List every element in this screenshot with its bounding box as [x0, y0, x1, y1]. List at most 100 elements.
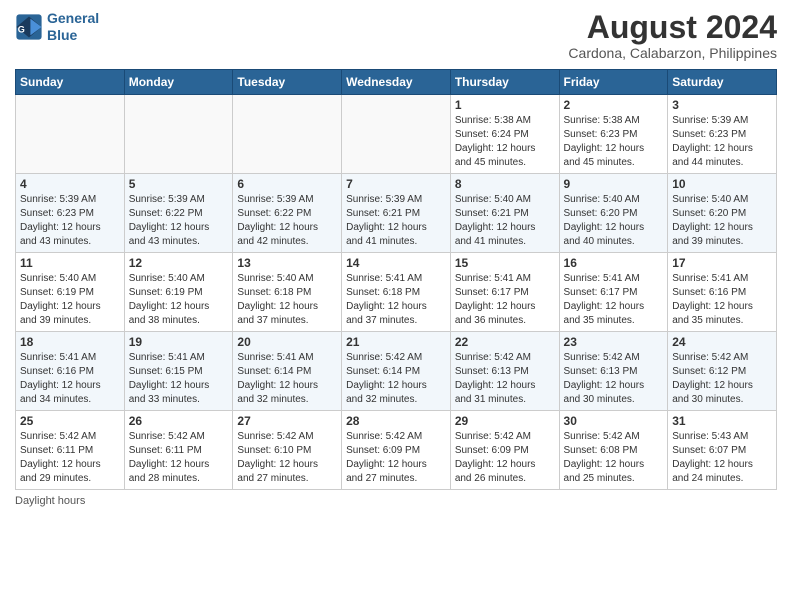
weekday-header-sunday: Sunday: [16, 70, 125, 95]
day-number: 21: [346, 335, 446, 349]
day-info: Sunrise: 5:41 AM Sunset: 6:14 PM Dayligh…: [237, 351, 337, 407]
day-number: 22: [455, 335, 555, 349]
day-number: 20: [237, 335, 337, 349]
day-number: 11: [20, 256, 120, 270]
day-info: Sunrise: 5:41 AM Sunset: 6:15 PM Dayligh…: [129, 351, 229, 407]
day-number: 29: [455, 414, 555, 428]
weekday-header-thursday: Thursday: [450, 70, 559, 95]
weekday-header-saturday: Saturday: [668, 70, 777, 95]
day-info: Sunrise: 5:38 AM Sunset: 6:23 PM Dayligh…: [564, 114, 664, 170]
day-number: 27: [237, 414, 337, 428]
calendar-cell: 31 Sunrise: 5:43 AM Sunset: 6:07 PM Dayli…: [668, 411, 777, 490]
calendar-cell: 1 Sunrise: 5:38 AM Sunset: 6:24 PM Daylig…: [450, 95, 559, 174]
day-number: 30: [564, 414, 664, 428]
day-info: Sunrise: 5:40 AM Sunset: 6:20 PM Dayligh…: [672, 193, 772, 249]
weekday-header-tuesday: Tuesday: [233, 70, 342, 95]
day-info: Sunrise: 5:39 AM Sunset: 6:22 PM Dayligh…: [237, 193, 337, 249]
day-info: Sunrise: 5:42 AM Sunset: 6:13 PM Dayligh…: [455, 351, 555, 407]
day-info: Sunrise: 5:41 AM Sunset: 6:17 PM Dayligh…: [455, 272, 555, 328]
calendar-cell: 4 Sunrise: 5:39 AM Sunset: 6:23 PM Daylig…: [16, 174, 125, 253]
footer-note: Daylight hours: [15, 495, 777, 507]
calendar-cell: 23 Sunrise: 5:42 AM Sunset: 6:13 PM Dayli…: [559, 332, 668, 411]
day-number: 18: [20, 335, 120, 349]
day-info: Sunrise: 5:42 AM Sunset: 6:09 PM Dayligh…: [455, 430, 555, 486]
calendar-cell: [233, 95, 342, 174]
calendar-cell: 26Sunrise: 5:42 AM Sunset: 6:11 PM Dayli…: [124, 411, 233, 490]
calendar-cell: [124, 95, 233, 174]
day-info: Sunrise: 5:40 AM Sunset: 6:21 PM Dayligh…: [455, 193, 555, 249]
day-number: 28: [346, 414, 446, 428]
day-number: 19: [129, 335, 229, 349]
calendar-cell: 29 Sunrise: 5:42 AM Sunset: 6:09 PM Dayli…: [450, 411, 559, 490]
logo-line1: General: [47, 10, 99, 26]
calendar-cell: 15 Sunrise: 5:41 AM Sunset: 6:17 PM Dayli…: [450, 253, 559, 332]
logo: G General Blue: [15, 10, 99, 44]
calendar-cell: 7Sunrise: 5:39 AM Sunset: 6:21 PM Daylig…: [342, 174, 451, 253]
day-info: Sunrise: 5:39 AM Sunset: 6:23 PM Dayligh…: [20, 193, 120, 249]
calendar-cell: 16 Sunrise: 5:41 AM Sunset: 6:17 PM Dayli…: [559, 253, 668, 332]
logo-icon: G: [15, 13, 43, 41]
day-info: Sunrise: 5:42 AM Sunset: 6:08 PM Dayligh…: [564, 430, 664, 486]
calendar-cell: 19 Sunrise: 5:41 AM Sunset: 6:15 PM Dayli…: [124, 332, 233, 411]
day-number: 17: [672, 256, 772, 270]
calendar-cell: 3 Sunrise: 5:39 AM Sunset: 6:23 PM Daylig…: [668, 95, 777, 174]
calendar-cell: 12 Sunrise: 5:40 AM Sunset: 6:19 PM Dayli…: [124, 253, 233, 332]
calendar-cell: 25Sunrise: 5:42 AM Sunset: 6:11 PM Dayli…: [16, 411, 125, 490]
day-info: Sunrise: 5:39 AM Sunset: 6:21 PM Dayligh…: [346, 193, 446, 249]
day-number: 26: [129, 414, 229, 428]
day-info: Sunrise: 5:40 AM Sunset: 6:20 PM Dayligh…: [564, 193, 664, 249]
logo-text: General Blue: [47, 10, 99, 44]
page-header: G General Blue August 2024 Cardona, Cala…: [15, 10, 777, 61]
day-number: 5: [129, 177, 229, 191]
day-info: Sunrise: 5:41 AM Sunset: 6:18 PM Dayligh…: [346, 272, 446, 328]
day-info: Sunrise: 5:39 AM Sunset: 6:23 PM Dayligh…: [672, 114, 772, 170]
calendar-cell: [342, 95, 451, 174]
calendar-cell: 21Sunrise: 5:42 AM Sunset: 6:14 PM Dayli…: [342, 332, 451, 411]
day-info: Sunrise: 5:42 AM Sunset: 6:11 PM Dayligh…: [20, 430, 120, 486]
calendar-cell: 6 Sunrise: 5:39 AM Sunset: 6:22 PM Daylig…: [233, 174, 342, 253]
weekday-header-friday: Friday: [559, 70, 668, 95]
day-info: Sunrise: 5:42 AM Sunset: 6:13 PM Dayligh…: [564, 351, 664, 407]
day-info: Sunrise: 5:40 AM Sunset: 6:18 PM Dayligh…: [237, 272, 337, 328]
day-number: 13: [237, 256, 337, 270]
day-number: 24: [672, 335, 772, 349]
day-number: 15: [455, 256, 555, 270]
day-number: 23: [564, 335, 664, 349]
calendar-week-row: 18Sunrise: 5:41 AM Sunset: 6:16 PM Dayli…: [16, 332, 777, 411]
day-info: Sunrise: 5:40 AM Sunset: 6:19 PM Dayligh…: [20, 272, 120, 328]
day-info: Sunrise: 5:42 AM Sunset: 6:09 PM Dayligh…: [346, 430, 446, 486]
calendar-cell: 5 Sunrise: 5:39 AM Sunset: 6:22 PM Daylig…: [124, 174, 233, 253]
day-number: 2: [564, 98, 664, 112]
day-info: Sunrise: 5:43 AM Sunset: 6:07 PM Dayligh…: [672, 430, 772, 486]
day-info: Sunrise: 5:40 AM Sunset: 6:19 PM Dayligh…: [129, 272, 229, 328]
day-number: 6: [237, 177, 337, 191]
day-number: 12: [129, 256, 229, 270]
day-number: 8: [455, 177, 555, 191]
calendar-cell: 24 Sunrise: 5:42 AM Sunset: 6:12 PM Dayli…: [668, 332, 777, 411]
day-number: 16: [564, 256, 664, 270]
calendar-week-row: 4 Sunrise: 5:39 AM Sunset: 6:23 PM Daylig…: [16, 174, 777, 253]
day-number: 1: [455, 98, 555, 112]
calendar-week-row: 11 Sunrise: 5:40 AM Sunset: 6:19 PM Dayli…: [16, 253, 777, 332]
calendar-cell: 2 Sunrise: 5:38 AM Sunset: 6:23 PM Daylig…: [559, 95, 668, 174]
day-info: Sunrise: 5:39 AM Sunset: 6:22 PM Dayligh…: [129, 193, 229, 249]
day-info: Sunrise: 5:42 AM Sunset: 6:10 PM Dayligh…: [237, 430, 337, 486]
day-number: 31: [672, 414, 772, 428]
day-number: 3: [672, 98, 772, 112]
calendar-week-row: 1 Sunrise: 5:38 AM Sunset: 6:24 PM Daylig…: [16, 95, 777, 174]
calendar-cell: 9Sunrise: 5:40 AM Sunset: 6:20 PM Daylig…: [559, 174, 668, 253]
day-info: Sunrise: 5:38 AM Sunset: 6:24 PM Dayligh…: [455, 114, 555, 170]
calendar-week-row: 25Sunrise: 5:42 AM Sunset: 6:11 PM Dayli…: [16, 411, 777, 490]
day-number: 4: [20, 177, 120, 191]
day-info: Sunrise: 5:41 AM Sunset: 6:17 PM Dayligh…: [564, 272, 664, 328]
calendar-table: SundayMondayTuesdayWednesdayThursdayFrid…: [15, 69, 777, 490]
calendar-cell: 11 Sunrise: 5:40 AM Sunset: 6:19 PM Dayli…: [16, 253, 125, 332]
calendar-page: G General Blue August 2024 Cardona, Cala…: [0, 0, 792, 612]
calendar-cell: 30 Sunrise: 5:42 AM Sunset: 6:08 PM Dayli…: [559, 411, 668, 490]
weekday-header-wednesday: Wednesday: [342, 70, 451, 95]
calendar-cell: 28 Sunrise: 5:42 AM Sunset: 6:09 PM Dayli…: [342, 411, 451, 490]
location: Cardona, Calabarzon, Philippines: [568, 45, 777, 61]
calendar-cell: 14Sunrise: 5:41 AM Sunset: 6:18 PM Dayli…: [342, 253, 451, 332]
day-info: Sunrise: 5:42 AM Sunset: 6:12 PM Dayligh…: [672, 351, 772, 407]
calendar-cell: 20 Sunrise: 5:41 AM Sunset: 6:14 PM Dayli…: [233, 332, 342, 411]
